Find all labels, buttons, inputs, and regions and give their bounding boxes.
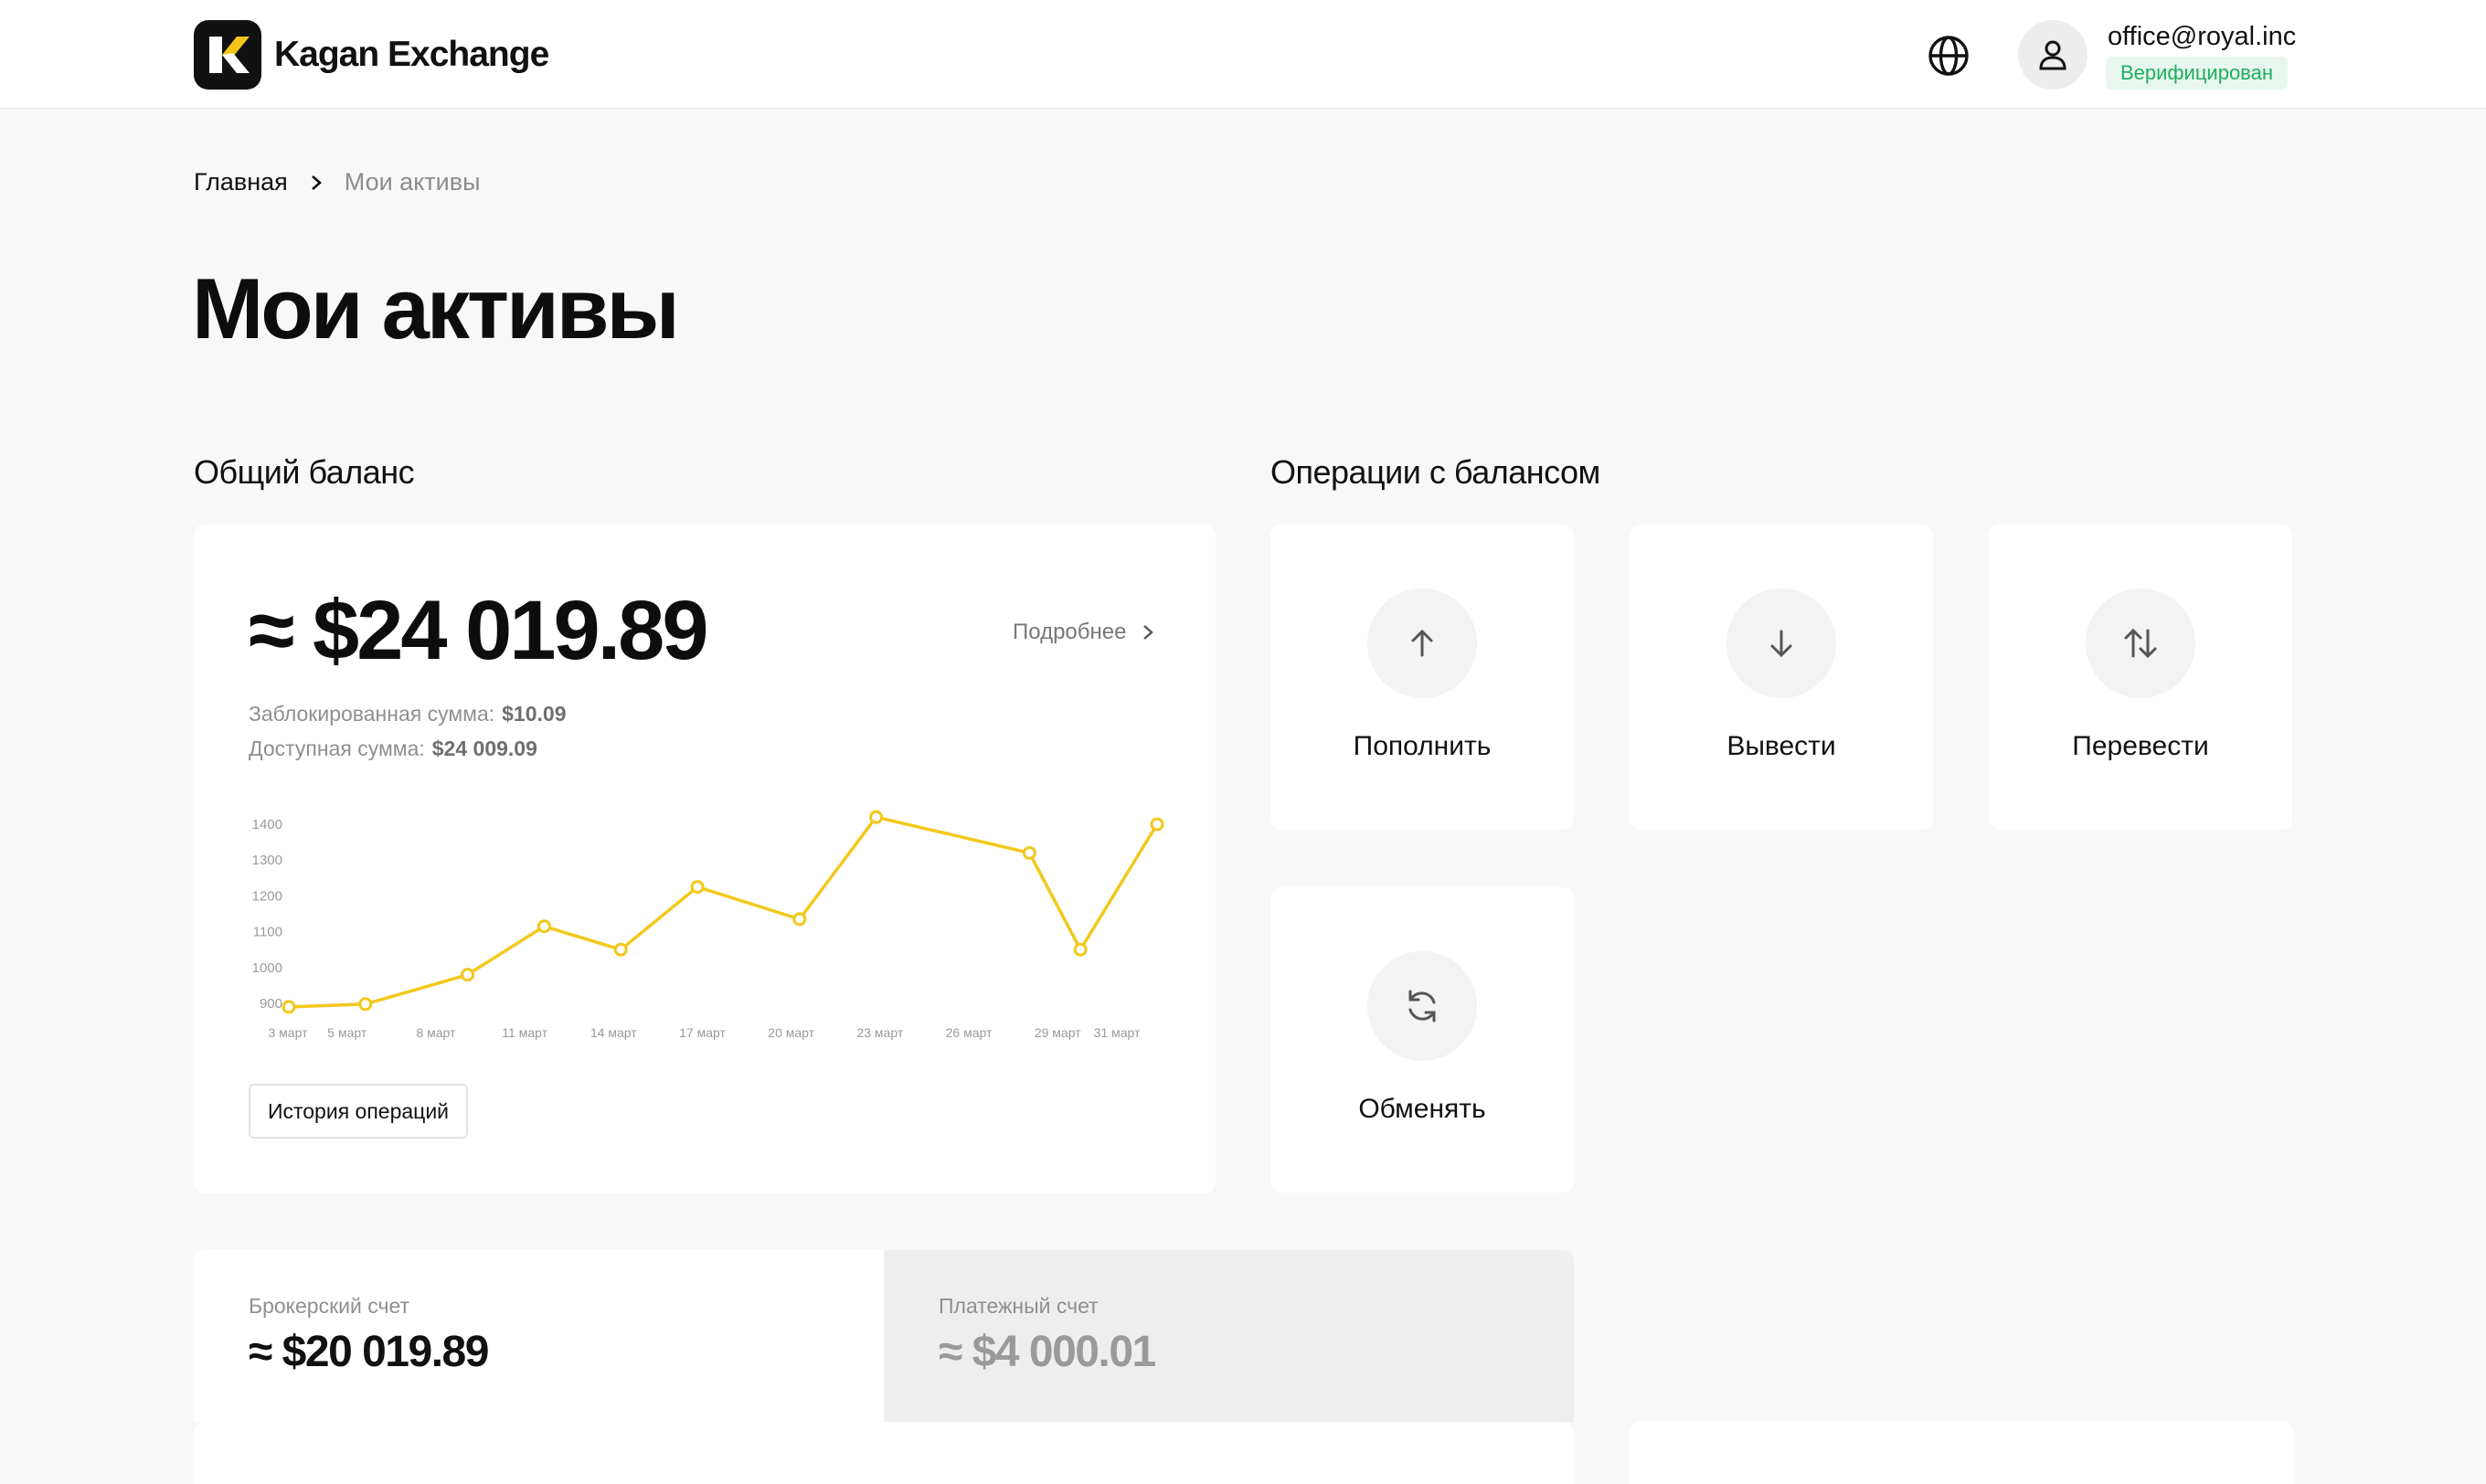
balance-series-line <box>288 815 1159 1009</box>
user-icon <box>2039 40 2066 70</box>
operations-history-button[interactable]: История операций <box>249 1084 468 1139</box>
broker-account-tab[interactable]: Брокерский счет ≈ $20 019.89 <box>194 1250 884 1422</box>
side-card <box>1630 1422 2294 1484</box>
transfer-label: Перевести <box>2072 731 2209 761</box>
data-point[interactable] <box>537 919 551 934</box>
x-tick-label: 23 март <box>856 1025 903 1040</box>
breadcrumb: Главная Мои активы <box>194 168 481 196</box>
deposit-card[interactable]: Пополнить <box>1270 525 1574 830</box>
payment-account-amount: ≈ $4 000.01 <box>939 1328 1156 1376</box>
x-tick-label: 20 март <box>768 1025 814 1040</box>
data-point[interactable] <box>613 942 628 957</box>
payment-account-tab[interactable]: Платежный счет ≈ $4 000.01 <box>884 1250 1574 1422</box>
y-tick-label: 1300 <box>252 853 282 868</box>
data-point[interactable] <box>1073 942 1088 957</box>
x-tick-label: 26 март <box>946 1025 993 1040</box>
brand-logo[interactable]: Kagan Exchange <box>194 20 549 90</box>
exchange-label: Обменять <box>1358 1094 1486 1124</box>
withdraw-card[interactable]: Вывести <box>1630 525 1933 830</box>
x-tick-label: 8 март <box>416 1025 456 1040</box>
y-tick-label: 1400 <box>252 817 282 832</box>
broker-account-amount: ≈ $20 019.89 <box>249 1328 489 1376</box>
data-point[interactable] <box>282 1000 296 1014</box>
x-tick-label: 17 март <box>679 1025 726 1040</box>
language-globe-icon[interactable] <box>1927 34 1971 78</box>
y-tick-label: 1100 <box>253 925 282 940</box>
x-tick-label: 14 март <box>590 1025 637 1040</box>
x-tick-label: 29 март <box>1035 1025 1081 1040</box>
brand-name: Kagan Exchange <box>274 35 549 74</box>
arrow-up-icon <box>1367 588 1477 698</box>
accounts-tabs: Брокерский счет ≈ $20 019.89 Платежный с… <box>194 1250 1574 1422</box>
data-point[interactable] <box>461 968 475 982</box>
payment-account-label: Платежный счет <box>939 1294 1099 1318</box>
top-header: Kagan Exchange office@royal.inc Верифици… <box>0 0 2486 110</box>
data-point[interactable] <box>792 912 807 927</box>
data-point[interactable] <box>690 880 705 895</box>
exchange-card[interactable]: Обменять <box>1270 887 1574 1192</box>
broker-account-label: Брокерский счет <box>249 1294 410 1318</box>
verified-badge: Верифицирован <box>2106 57 2289 90</box>
breadcrumb-current: Мои активы <box>344 168 481 196</box>
data-point[interactable] <box>869 810 884 824</box>
total-balance-heading: Общий баланс <box>194 453 415 491</box>
transfer-card[interactable]: Перевести <box>1989 525 2292 830</box>
x-tick-label: 31 март <box>1094 1025 1141 1040</box>
y-tick-label: 1200 <box>252 888 282 904</box>
arrow-down-icon <box>1726 588 1836 698</box>
y-tick-label: 1000 <box>252 960 282 976</box>
data-point[interactable] <box>358 997 373 1012</box>
breadcrumb-home-link[interactable]: Главная <box>194 168 288 196</box>
user-avatar[interactable] <box>2018 20 2088 90</box>
operations-heading: Операции с балансом <box>1270 453 1600 491</box>
balance-card: ≈ $24 019.89 Подробнее Заблокированная с… <box>194 525 1216 1193</box>
page-title: Мои активы <box>192 260 680 356</box>
kagan-logo-icon <box>194 20 261 90</box>
chevron-right-icon <box>310 174 323 192</box>
data-point[interactable] <box>1150 817 1164 832</box>
refresh-exchange-icon <box>1367 951 1477 1061</box>
data-point[interactable] <box>1022 845 1036 860</box>
broker-details-card <box>194 1422 1574 1484</box>
deposit-label: Пополнить <box>1353 731 1492 761</box>
swap-vertical-icon <box>2086 588 2195 698</box>
x-tick-label: 5 март <box>327 1025 367 1040</box>
x-tick-label: 3 март <box>269 1025 309 1040</box>
withdraw-label: Вывести <box>1726 731 1836 761</box>
user-email: office@royal.inc <box>2108 22 2297 51</box>
y-tick-label: 900 <box>260 996 282 1012</box>
x-tick-label: 11 март <box>502 1025 547 1040</box>
